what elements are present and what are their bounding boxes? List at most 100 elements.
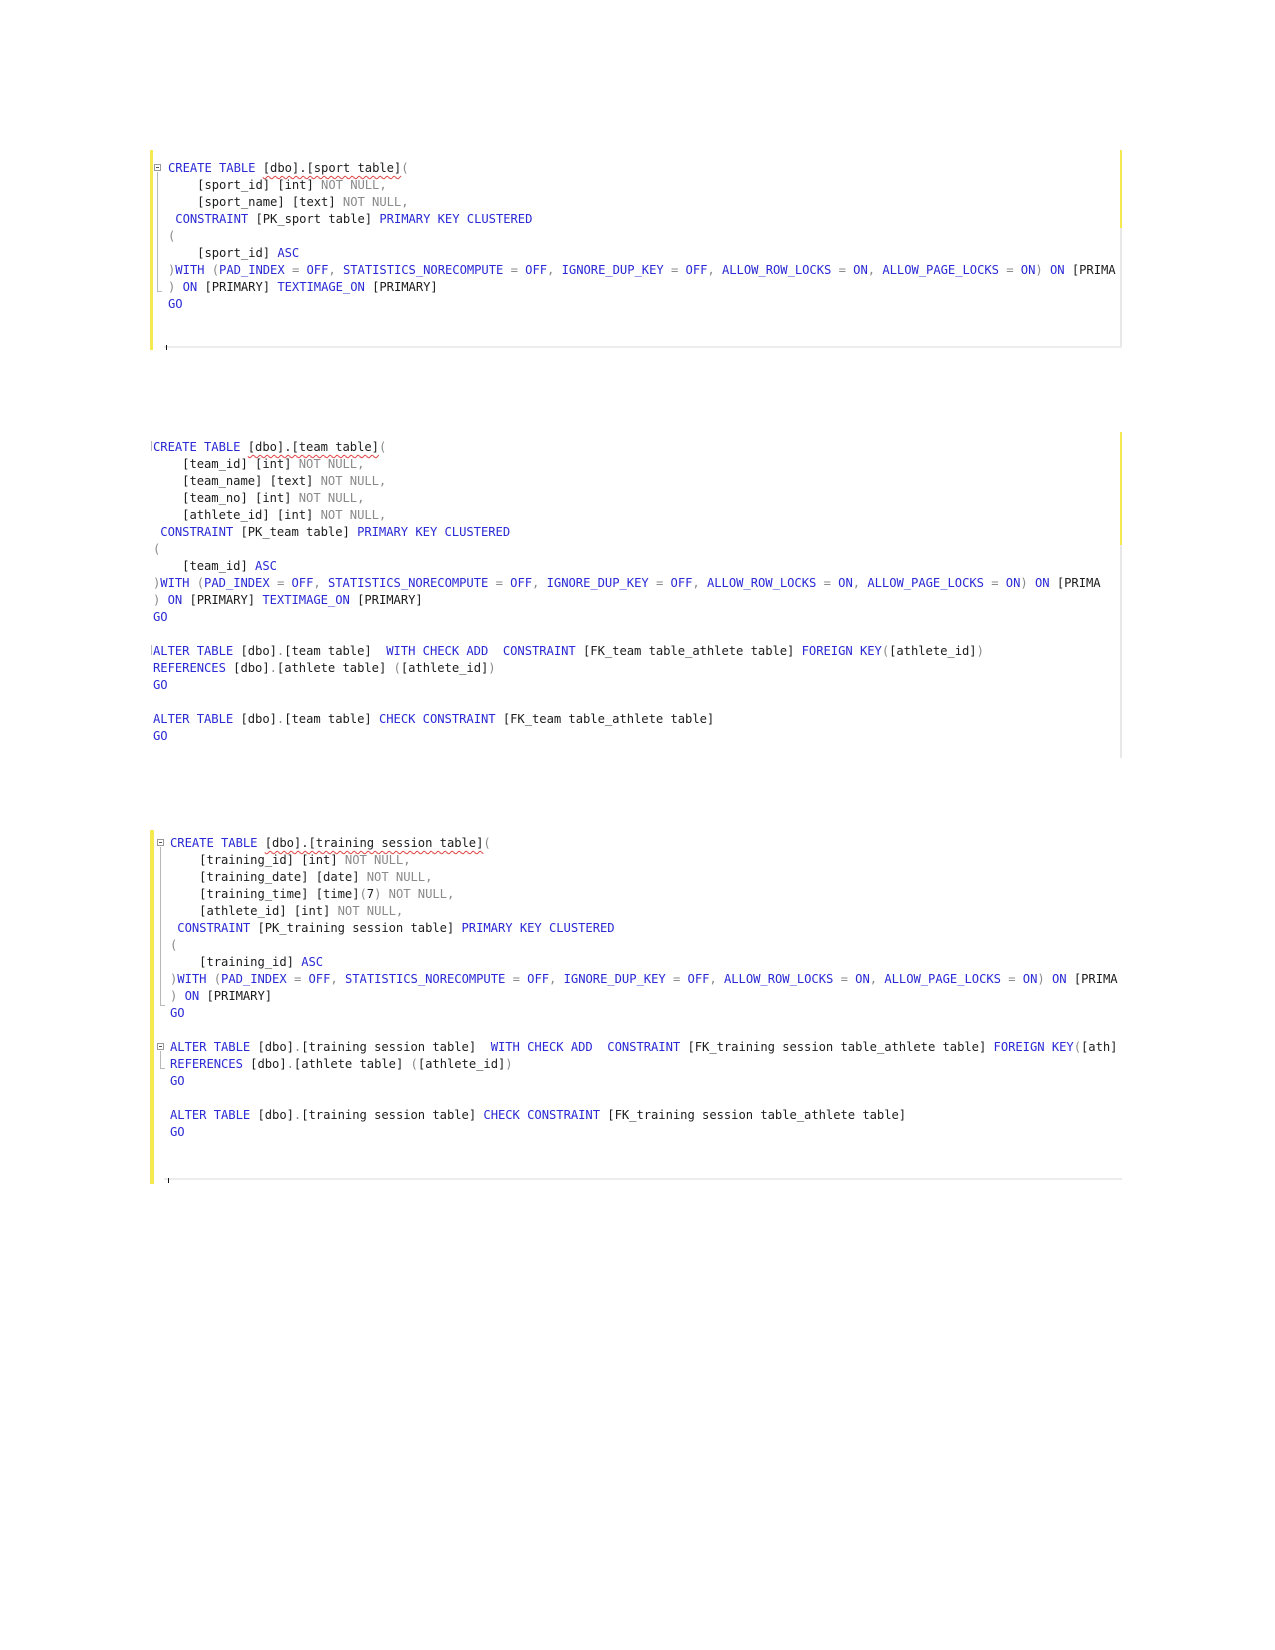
- sql-identifier: [athlete_id]: [889, 644, 977, 658]
- sql-keyword: FOREIGN KEY: [993, 1040, 1074, 1054]
- sql-operator: =: [510, 263, 526, 277]
- sql-keyword: CONSTRAINT: [153, 525, 241, 539]
- code-line: (: [170, 937, 1118, 954]
- sql-keyword: ON: [855, 972, 870, 986]
- sql-keyword: STATISTICS_NORECOMPUTE: [327, 576, 496, 590]
- sql-operator: (: [378, 440, 387, 454]
- sql-keyword: OFF: [670, 576, 693, 590]
- sql-keyword: OFF: [685, 263, 708, 277]
- sql-keyword: STATISTICS_NORECOMPUTE: [342, 263, 511, 277]
- sql-keyword: ASC: [277, 246, 300, 260]
- change-marker-bar: [150, 150, 153, 350]
- sql-code[interactable]: CREATE TABLE [dbo].[team table]( [team_i…: [153, 439, 1101, 745]
- change-marker-bar: [150, 830, 154, 1184]
- sql-operator: NOT NULL,: [344, 853, 411, 867]
- sql-identifier: [athlete_id] [int]: [170, 904, 338, 918]
- sql-keyword: PRIMARY KEY CLUSTERED: [379, 212, 533, 226]
- sql-identifier: [PRIMA: [1056, 576, 1101, 590]
- sql-operator: (: [401, 161, 409, 175]
- collapse-icon[interactable]: [154, 164, 161, 171]
- sql-keyword: GO: [170, 1006, 185, 1020]
- sql-identifier: [team_id] [int]: [153, 457, 299, 471]
- sql-identifier: [dbo].[team table]: [247, 440, 379, 454]
- sql-keyword: ALTER TABLE: [153, 712, 241, 726]
- sql-keyword: STATISTICS_NORECOMPUTE: [344, 972, 513, 986]
- code-line: ) WITH (PAD_INDEX = OFF, STATISTICS_NOREC…: [153, 575, 1101, 592]
- code-line: [training_time] [time](7) NOT NULL,: [170, 886, 1118, 903]
- code-line: [athlete_id] [int] NOT NULL,: [153, 507, 1101, 524]
- sql-identifier: [sport_id] [int]: [168, 178, 322, 192]
- code-line: ) WITH (PAD_INDEX = OFF, STATISTICS_NOREC…: [170, 971, 1118, 988]
- sql-operator: =: [840, 972, 856, 986]
- sql-operator: ,: [869, 972, 885, 986]
- sql-identifier: [PK_team table]: [240, 525, 358, 539]
- sql-keyword: ASC: [255, 559, 277, 573]
- sql-operator: NOT NULL,: [320, 474, 387, 488]
- sql-operator: ): [488, 661, 496, 675]
- code-line: [team_id] [int] NOT NULL,: [153, 456, 1101, 473]
- sql-keyword: REFERENCES: [153, 661, 234, 675]
- sql-keyword: GO: [153, 678, 168, 692]
- sql-identifier: [team_no] [int]: [153, 491, 299, 505]
- sql-keyword: WITH CHECK ADD CONSTRAINT: [386, 644, 583, 658]
- code-line: GO: [153, 728, 1101, 745]
- sql-identifier: [training_date] [date]: [170, 870, 367, 884]
- sql-keyword: PAD_INDEX: [219, 263, 292, 277]
- sql-operator: (: [881, 644, 890, 658]
- sql-keyword: ALTER TABLE: [153, 644, 241, 658]
- text-cursor: [166, 345, 167, 350]
- sql-keyword: CREATE TABLE: [153, 440, 248, 454]
- sql-keyword: GO: [170, 1074, 185, 1088]
- sql-operator: =: [291, 263, 307, 277]
- sql-identifier: [team_id]: [153, 559, 256, 573]
- code-line: GO: [168, 296, 1116, 313]
- sql-code[interactable]: CREATE TABLE [dbo].[sport table]( [sport…: [168, 160, 1116, 313]
- sql-keyword: WITH: [160, 576, 197, 590]
- sql-keyword: IGNORE_DUP_KEY: [561, 263, 671, 277]
- sql-identifier: [dbo]: [257, 1040, 294, 1054]
- sql-operator: ): [168, 280, 183, 294]
- sql-identifier: [dbo]: [250, 1057, 287, 1071]
- sql-keyword: ON: [167, 593, 190, 607]
- sql-keyword: CREATE TABLE: [170, 836, 265, 850]
- sql-keyword: OFF: [510, 576, 533, 590]
- sql-operator: ) NOT NULL,: [374, 887, 455, 901]
- sql-identifier: [team_name] [text]: [153, 474, 321, 488]
- sql-keyword: ALLOW_ROW_LOCKS: [706, 576, 824, 590]
- sql-keyword: OFF: [291, 576, 314, 590]
- text-cursor: [168, 1178, 169, 1183]
- sql-identifier: [PRIMARY]: [372, 280, 438, 294]
- sql-operator: NOT NULL,: [298, 457, 365, 471]
- code-line: CONSTRAINT [PK_training session table] P…: [170, 920, 1118, 937]
- sql-identifier: [sport_id]: [168, 246, 278, 260]
- code-line: [sport_id] ASC: [168, 245, 1116, 262]
- fold-guide-line: [157, 172, 158, 291]
- sql-identifier: [PRIMARY]: [189, 593, 263, 607]
- sql-keyword: ALLOW_PAGE_LOCKS: [882, 263, 1007, 277]
- sql-operator: =: [293, 972, 309, 986]
- sql-keyword: ON: [1005, 576, 1021, 590]
- sql-keyword: OFF: [527, 972, 550, 986]
- code-line: CREATE TABLE [dbo].[sport table](: [168, 160, 1116, 177]
- sql-identifier: [training session table]: [301, 1040, 491, 1054]
- collapse-icon[interactable]: [157, 1043, 164, 1050]
- sql-operator: NOT NULL,: [337, 904, 404, 918]
- code-line: CREATE TABLE [dbo].[training session tab…: [170, 835, 1118, 852]
- sql-editor-panel-team-table: CREATE TABLE [dbo].[team table]( [team_i…: [150, 432, 1122, 758]
- sql-identifier: [PRIMA: [1071, 263, 1116, 277]
- sql-operator: (: [393, 661, 401, 675]
- fold-guide-line: [160, 847, 161, 1005]
- sql-operator: ,: [328, 263, 343, 277]
- code-line: [training_id] ASC: [170, 954, 1118, 971]
- sql-code[interactable]: CREATE TABLE [dbo]. [training session tab…: [170, 835, 1118, 1141]
- change-marker-right: [1120, 432, 1122, 545]
- sql-operator: ): [505, 1057, 513, 1071]
- code-line: GO: [170, 1005, 1118, 1022]
- sql-operator: (: [1073, 1040, 1081, 1054]
- sql-operator: .: [286, 1057, 294, 1071]
- sql-keyword: REFERENCES: [170, 1057, 251, 1071]
- sql-operator: NOT NULL,: [342, 195, 409, 209]
- collapse-icon[interactable]: [157, 839, 164, 846]
